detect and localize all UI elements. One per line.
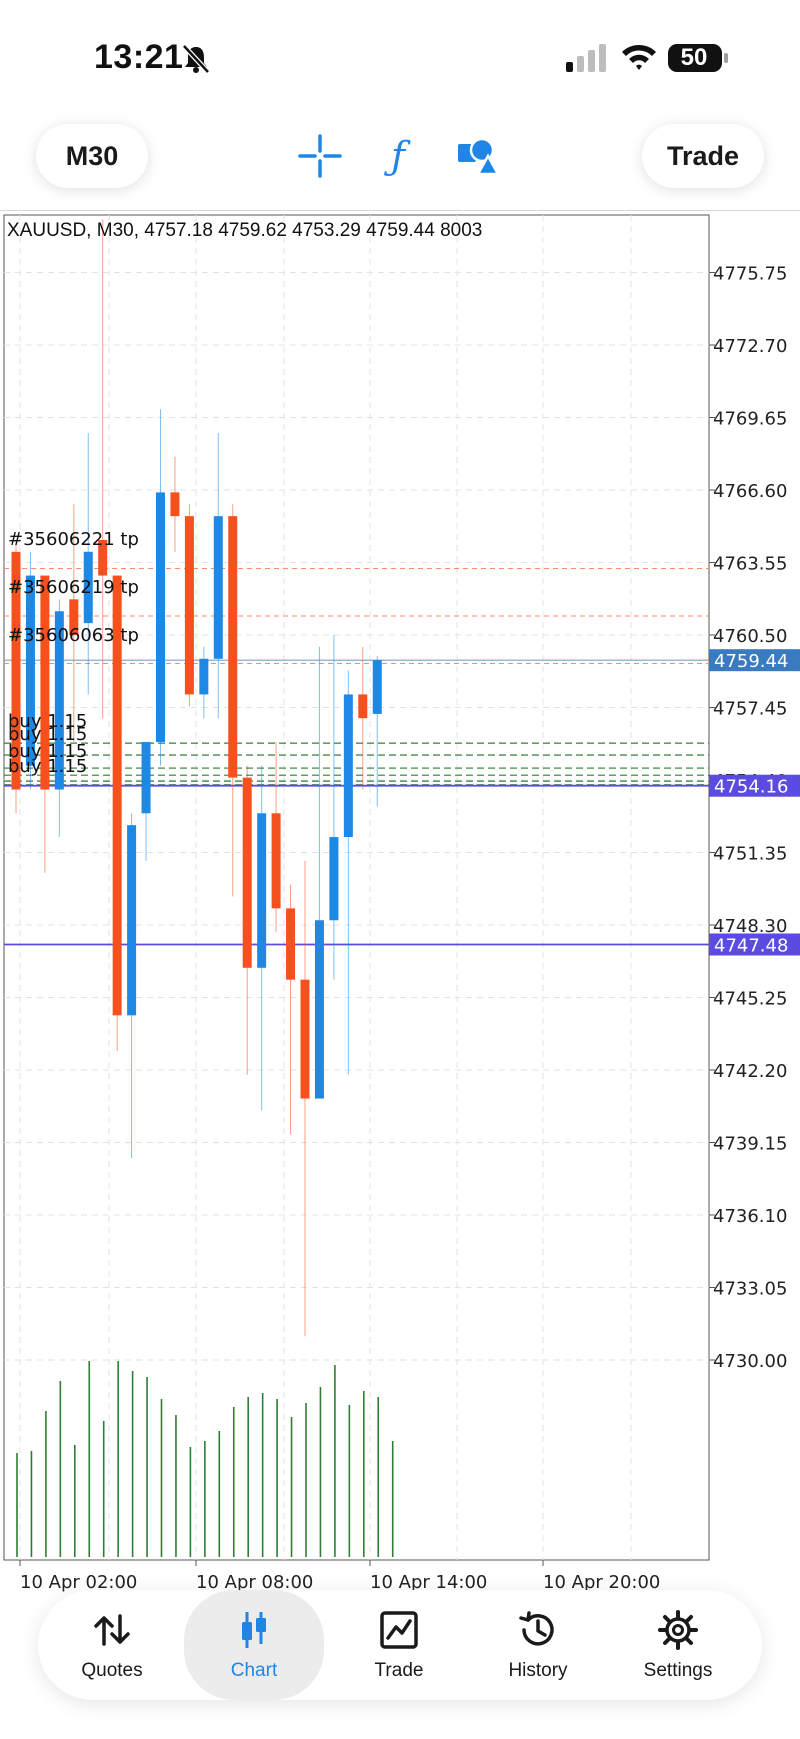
candle-body	[314, 920, 324, 1099]
candle-body	[372, 660, 382, 714]
candle-body	[329, 837, 339, 921]
quotes-icon	[94, 1614, 130, 1646]
level-price-tag: 4754.16	[714, 777, 788, 798]
candle-body	[271, 813, 281, 909]
price-label: 4745.25	[713, 989, 787, 1010]
price-chart[interactable]: 4775.75 4772.70 4769.65 4766.60 4763.55 4760.…	[0, 0, 800, 1739]
price-label: 4769.65	[713, 409, 787, 430]
trade-label: #35606221 tp	[8, 529, 139, 550]
price-label: 4766.60	[713, 481, 787, 502]
candle-body	[242, 777, 252, 968]
trade-icon	[380, 1611, 418, 1649]
candle-body	[127, 825, 137, 1016]
trade-label: buy 1.15	[8, 756, 87, 777]
nav-trade-label: Trade	[374, 1660, 424, 1681]
bottom-navigation: Quotes Chart Trade History Settings	[38, 1590, 762, 1700]
candle-body	[213, 516, 223, 659]
price-label: 4730.00	[713, 1351, 787, 1372]
nav-chart[interactable]: Chart	[184, 1590, 324, 1700]
chart-frame	[3, 214, 710, 1561]
candle-body	[184, 516, 194, 695]
candle-body	[199, 658, 209, 695]
chart-icon	[242, 1612, 266, 1648]
nav-trade[interactable]: Trade	[329, 1590, 469, 1700]
nav-history[interactable]: History	[468, 1590, 608, 1700]
candle-body	[286, 908, 296, 980]
nav-quotes-label: Quotes	[81, 1660, 143, 1681]
level-price-tag: 4747.48	[714, 935, 788, 956]
candle-body	[141, 741, 151, 814]
candle-body	[170, 492, 180, 517]
candle-body	[228, 516, 238, 778]
price-label: 4736.10	[713, 1206, 787, 1227]
history-icon	[519, 1611, 554, 1646]
candle-body	[257, 813, 267, 968]
settings-icon	[658, 1610, 698, 1650]
price-label: 4733.05	[713, 1279, 787, 1300]
candle-body	[343, 694, 353, 838]
nav-settings[interactable]: Settings	[608, 1590, 748, 1700]
nav-history-label: History	[508, 1660, 568, 1681]
price-label: 4775.75	[713, 264, 787, 285]
chart-header: XAUUSD, M30, 4757.18 4759.62 4753.29 475…	[7, 220, 483, 241]
trade-label: #35606063 tp	[8, 625, 139, 646]
price-label: 4751.35	[713, 844, 787, 865]
current-price-tag: 4759.44	[714, 651, 788, 672]
candle-body	[156, 492, 165, 742]
price-label: 4772.70	[713, 336, 787, 357]
nav-quotes[interactable]: Quotes	[42, 1590, 182, 1700]
candle-body	[358, 694, 368, 719]
trade-label: #35606219 tp	[8, 577, 139, 598]
price-label: 4757.45	[713, 699, 787, 720]
nav-settings-label: Settings	[643, 1660, 713, 1681]
price-label: 4763.55	[713, 554, 787, 575]
price-label: 4760.50	[713, 626, 787, 647]
price-label: 4739.15	[713, 1134, 787, 1155]
nav-chart-label: Chart	[230, 1660, 278, 1681]
candle-body	[300, 979, 310, 1099]
price-label: 4742.20	[713, 1061, 787, 1082]
